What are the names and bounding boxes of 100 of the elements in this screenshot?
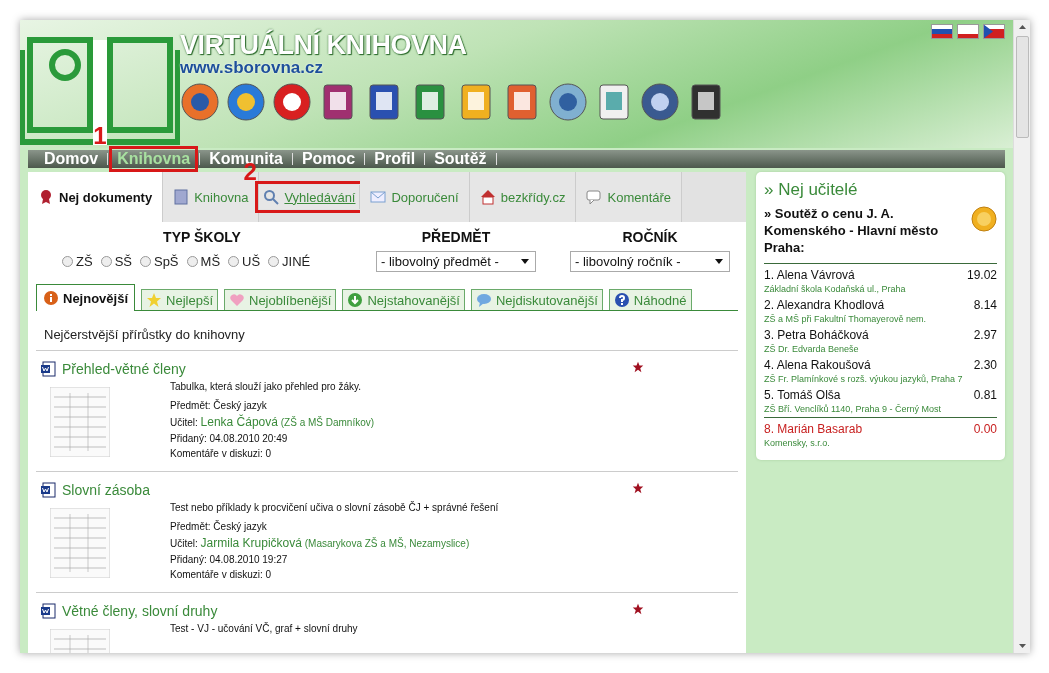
star-icon: [632, 361, 644, 373]
radio-button[interactable]: [100, 256, 112, 267]
document-title-link[interactable]: Větné členy, slovní druhy: [62, 603, 626, 619]
teacher-name[interactable]: 1. Alena Vávrová: [764, 267, 855, 282]
teacher-link[interactable]: Lenka Čápová: [200, 415, 278, 429]
star-icon: [146, 292, 163, 308]
teacher-school: Komensky, s.r.o.: [764, 437, 831, 448]
radio-label[interactable]: SŠ: [114, 254, 132, 269]
document-date: Přidaný: 04.08.2010 19:27: [170, 554, 289, 565]
house-icon: [479, 189, 496, 205]
star-icon: [632, 482, 644, 494]
radio-label[interactable]: JINÉ: [282, 254, 311, 269]
tab[interactable]: bezkřídy.cz: [469, 172, 577, 222]
scroll-down-icon[interactable]: [1018, 644, 1026, 648]
teacher-name[interactable]: 2. Alexandra Khodlová: [764, 297, 885, 312]
sub-tab[interactable]: Nejstahovanější: [342, 289, 465, 310]
heart-icon: [229, 292, 245, 308]
panel-title: » Nej učitelé: [764, 180, 859, 200]
radio-button[interactable]: [268, 256, 280, 267]
subject-dropdown[interactable]: - libovolný předmět -: [376, 251, 536, 272]
round-app-icon[interactable]: [272, 82, 312, 122]
flag-icon[interactable]: [931, 24, 953, 39]
radio-button[interactable]: [228, 256, 240, 267]
nav-link[interactable]: Domov: [40, 150, 103, 168]
scroll-up-icon[interactable]: [1018, 25, 1026, 29]
round-app-icon[interactable]: [226, 82, 266, 122]
star-icon: [632, 603, 644, 615]
tab[interactable]: Nej dokumenty: [28, 172, 164, 222]
nav-link[interactable]: Pomoc: [297, 150, 360, 168]
filter-label: TYP ŠKOLY: [162, 227, 242, 247]
radio-button[interactable]: [62, 256, 73, 267]
site-url[interactable]: www.sborovna.cz: [180, 58, 726, 78]
sub-tab[interactable]: Nejlepší: [141, 289, 218, 310]
teacher-school: ZŠ a MŠ při Fakultní Thomayerově nem.: [764, 313, 927, 324]
site-title: VIRTUÁLNÍ KNIHOVNA: [180, 30, 468, 61]
teacher-score: 2.97: [973, 327, 997, 342]
teacher-link[interactable]: Jarmila Krupičková: [200, 536, 302, 550]
ribbon-icon: [38, 189, 54, 205]
scrollbar-thumb[interactable]: [1015, 36, 1029, 138]
teacher-school: ZŠ Bří. Venclíků 1140, Praha 9 - Černý Most: [764, 403, 942, 414]
grade-dropdown[interactable]: - libovolný ročník -: [570, 251, 730, 272]
sub-tab[interactable]: Nejoblíbenější: [224, 289, 337, 310]
flag-icon[interactable]: [983, 24, 1005, 39]
document-description: Test nebo příklady k procvičení učiva o slovní zásobě ČJ + správné řešení: [170, 502, 499, 513]
help-icon: [613, 292, 630, 308]
round-app-icon[interactable]: [180, 82, 220, 122]
document-subject: Předmět: Český jazyk: [170, 521, 268, 532]
radio-label[interactable]: MŠ: [200, 254, 221, 269]
callout-number: 1: [93, 124, 107, 148]
document-title-link[interactable]: Slovní zásoba: [62, 482, 626, 498]
teacher-score: 0.81: [973, 387, 997, 402]
scrollbar[interactable]: [1013, 20, 1030, 653]
document-thumbnail[interactable]: [50, 387, 110, 457]
teacher-score: 19.02: [966, 267, 997, 282]
dropdown-arrow-icon: [521, 259, 529, 264]
school-link[interactable]: (Masarykova ZŠ a MŠ, Nezamyslice): [304, 538, 470, 549]
school-link[interactable]: (ZŠ a MŠ Damníkov): [280, 417, 375, 428]
teacher-name[interactable]: 5. Tomáš Olša: [764, 387, 841, 402]
radio-label[interactable]: ZŠ: [76, 254, 93, 269]
nav-link[interactable]: Profil: [370, 150, 420, 168]
document-thumbnail[interactable]: [50, 508, 110, 578]
section-title: Nejčerstvější přírůstky do knihovny: [36, 311, 738, 351]
radio-button[interactable]: [139, 256, 151, 267]
nav-link[interactable]: Soutěž: [430, 150, 491, 168]
word-document-icon: [40, 361, 56, 377]
speech-bubble-icon: [586, 189, 603, 205]
comment-count: Komentáře v diskuzi: 0: [170, 448, 273, 459]
sub-tab[interactable]: Nejnovější: [36, 284, 136, 311]
radio-label[interactable]: SpŠ: [153, 254, 179, 269]
teacher-name[interactable]: 4. Alena Rakoušová: [764, 357, 871, 372]
tab[interactable]: Doporučení: [360, 172, 470, 222]
document-description: Tabulka, která slouží jako přehled pro žáky.: [170, 381, 363, 392]
document-subject: Předmět: Český jazyk: [170, 400, 268, 411]
coin-icon: [971, 206, 997, 232]
info-icon: [43, 290, 59, 306]
teacher-label: Učitel:: [170, 538, 198, 549]
teacher-score: 2.30: [973, 357, 997, 372]
filter-label: ROČNÍK: [621, 227, 679, 247]
search-icon: [263, 189, 280, 205]
word-document-icon: [40, 603, 56, 619]
document-description: Test - VJ - učování VČ, graf + slovní druhy: [170, 623, 358, 634]
teacher-score: 8.14: [973, 297, 997, 312]
teacher-name[interactable]: 8. Marián Basarab: [764, 421, 863, 436]
radio-button[interactable]: [186, 256, 198, 267]
round-app-icon[interactable]: [548, 82, 588, 122]
teacher-name[interactable]: 3. Petra Boháčková: [764, 327, 869, 342]
sub-tab[interactable]: Náhodné: [608, 289, 692, 310]
filter-label: PŘEDMĚT: [420, 227, 492, 247]
teacher-label: Učitel:: [170, 417, 198, 428]
tab[interactable]: Komentáře: [576, 172, 683, 222]
comment-count: Komentáře v diskuzi: 0: [170, 569, 273, 580]
document-date: Přidaný: 04.08.2010 20:49: [170, 433, 289, 444]
teacher-school: ZŠ Fr. Plamínkové s rozš. výukou jazyků, Praha 7: [764, 373, 964, 384]
sub-tab[interactable]: Nejdiskutovanější: [470, 289, 603, 310]
document-title-link[interactable]: Přehled-větné členy: [62, 361, 626, 377]
round-app-icon[interactable]: [640, 82, 680, 122]
contest-title: » Soutěž o cenu J. A. Komenského - Hlavní město Praha:: [764, 206, 940, 257]
teacher-school: Základní škola Kodaňská ul., Praha: [764, 283, 907, 294]
flag-icon[interactable]: [957, 24, 979, 39]
radio-label[interactable]: UŠ: [242, 254, 261, 269]
